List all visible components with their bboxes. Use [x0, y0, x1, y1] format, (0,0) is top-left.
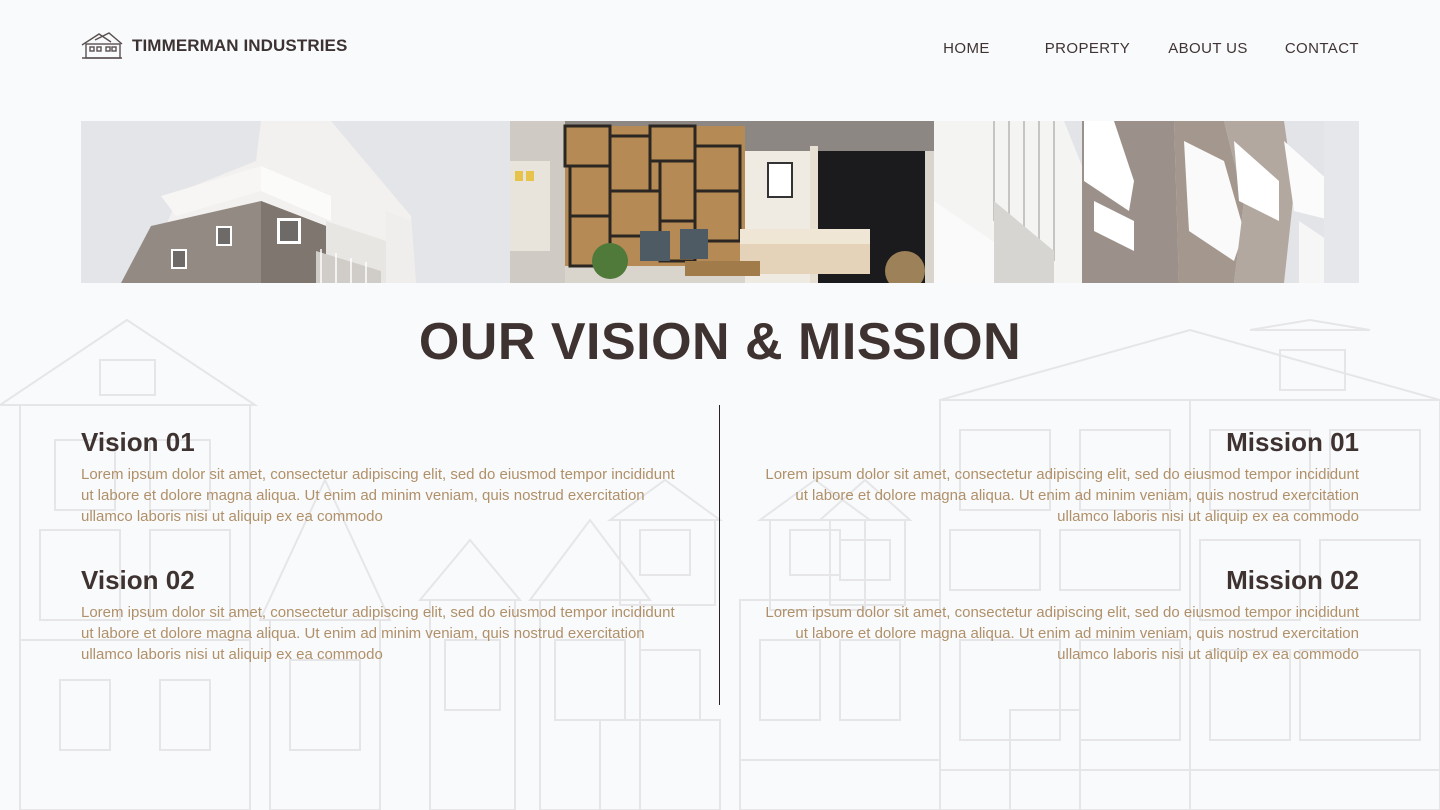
mission-block-1: Mission 01 Lorem ipsum dolor sit amet, c… — [759, 426, 1359, 527]
hero-image-strip — [81, 121, 1359, 283]
mission-text: Lorem ipsum dolor sit amet, consectetur … — [765, 604, 1359, 663]
vision-text: Lorem ipsum dolor sit amet, consectetur … — [81, 604, 675, 663]
page-title: OUR VISION & MISSION — [418, 313, 1022, 371]
mission-text: Lorem ipsum dolor sit amet, consectetur … — [765, 466, 1359, 525]
nav-contact[interactable]: CONTACT — [1285, 40, 1359, 57]
vision-heading: Vision 02 — [81, 565, 195, 595]
balcony-facade-photo — [934, 121, 1359, 283]
site-header: TIMMERMAN INDUSTRIES HOME PROPERTY ABOUT… — [81, 28, 1359, 68]
vision-block-2: Vision 02 Lorem ipsum dolor sit amet, co… — [81, 564, 681, 665]
mission-heading: Mission 01 — [1226, 427, 1359, 457]
vision-text: Lorem ipsum dolor sit amet, consectetur … — [81, 466, 675, 525]
nav-property[interactable]: PROPERTY — [1045, 40, 1130, 57]
vision-block-1: Vision 01 Lorem ipsum dolor sit amet, co… — [81, 426, 681, 527]
mission-heading: Mission 02 — [1226, 565, 1359, 595]
center-divider — [719, 405, 720, 705]
nav-about-us[interactable]: ABOUT US — [1168, 40, 1248, 57]
brand-logo[interactable]: TIMMERMAN INDUSTRIES — [81, 31, 347, 61]
living-room-interior-photo — [510, 121, 934, 283]
nav-home[interactable]: HOME — [943, 40, 990, 57]
mission-block-2: Mission 02 Lorem ipsum dolor sit amet, c… — [759, 564, 1359, 665]
house-icon — [81, 32, 123, 59]
apartment-building-photo — [81, 121, 510, 283]
brand-name: TIMMERMAN INDUSTRIES — [132, 36, 348, 55]
main-nav: HOME PROPERTY ABOUT US CONTACT — [943, 40, 1359, 57]
vision-heading: Vision 01 — [81, 427, 195, 457]
